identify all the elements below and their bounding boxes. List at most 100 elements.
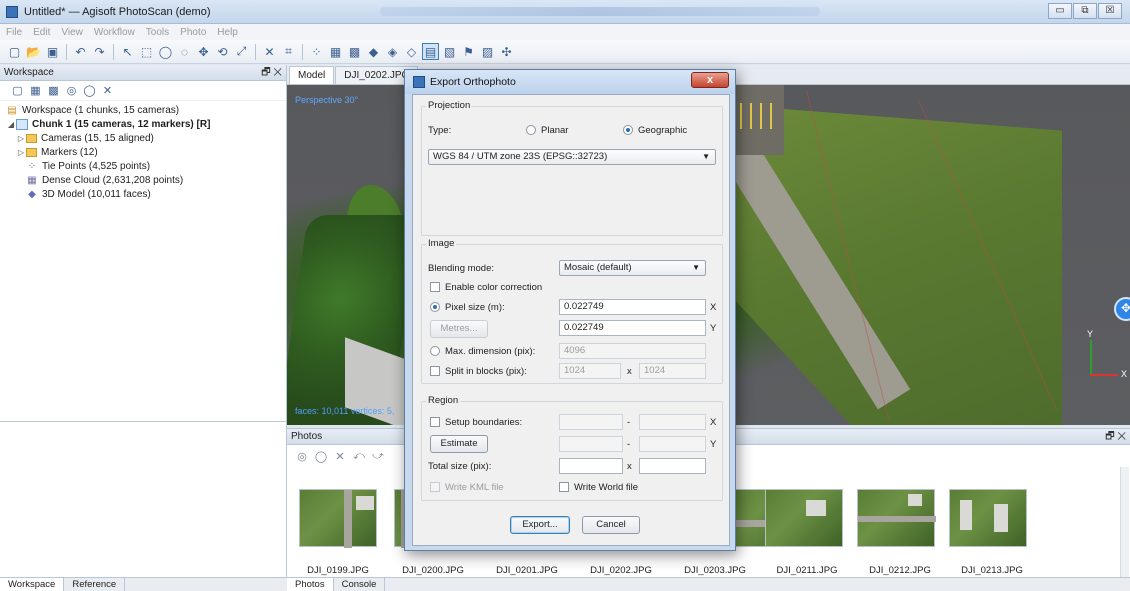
split-blocks-checkbox[interactable] xyxy=(430,366,440,376)
export-button[interactable]: Export... xyxy=(510,516,570,534)
planar-radio[interactable] xyxy=(526,125,536,135)
estimate-button[interactable]: Estimate xyxy=(430,435,488,453)
metres-button[interactable]: Metres... xyxy=(430,320,488,338)
minimize-button[interactable]: ▭ xyxy=(1048,3,1072,19)
menu-workflow[interactable]: Workflow xyxy=(94,27,135,38)
split-x-input[interactable]: 1024 xyxy=(559,363,621,379)
redo-icon[interactable]: ↷ xyxy=(91,43,108,60)
menu-tools[interactable]: Tools xyxy=(146,27,169,38)
tie-points-icon[interactable]: ⁘ xyxy=(308,43,325,60)
delete-selection-icon[interactable]: ✕ xyxy=(261,43,278,60)
expand-icon[interactable]: ▷ xyxy=(16,134,26,143)
show-shapes-icon[interactable]: ▨ xyxy=(479,43,496,60)
menu-edit[interactable]: Edit xyxy=(33,27,50,38)
enable-icon[interactable]: ◎ xyxy=(64,83,79,98)
crop-selection-icon[interactable]: ⌗ xyxy=(280,43,297,60)
rectangle-selection-icon[interactable]: ⬚ xyxy=(138,43,155,60)
show-markers-icon[interactable]: ⚑ xyxy=(460,43,477,60)
pixel-size-x-input[interactable]: 0.022749 xyxy=(559,299,706,315)
split-y-input[interactable]: 1024 xyxy=(639,363,706,379)
tree-item-chunk[interactable]: ◢ Chunk 1 (15 cameras, 12 markers) [R] xyxy=(6,117,286,131)
write-kml-checkbox[interactable] xyxy=(430,482,440,492)
tree-item-workspace[interactable]: ▤ Workspace (1 chunks, 15 cameras) xyxy=(6,103,286,117)
scale-object-icon[interactable]: ⤢ xyxy=(233,43,250,60)
photos-panel-controls[interactable]: 🗗 ✕ xyxy=(1105,429,1126,444)
dialog-close-button[interactable]: x xyxy=(691,72,729,88)
max-dimension-input[interactable]: 4096 xyxy=(559,343,706,359)
restore-button[interactable]: ⧉ xyxy=(1073,3,1097,19)
photos-scrollbar[interactable] xyxy=(1120,467,1129,577)
tab-workspace[interactable]: Workspace xyxy=(0,578,65,591)
workspace-tree: ▤ Workspace (1 chunks, 15 cameras) ◢ Chu… xyxy=(0,101,286,201)
undo-icon[interactable]: ↶ xyxy=(72,43,89,60)
photo-thumbnail[interactable] xyxy=(765,489,843,547)
open-icon[interactable]: 📂 xyxy=(25,43,42,60)
geographic-radio[interactable] xyxy=(623,125,633,135)
tree-item-tie-points[interactable]: ⁘ Tie Points (4,525 points) xyxy=(6,159,286,173)
add-folder-icon[interactable]: ▩ xyxy=(46,83,61,98)
photo-thumbnail[interactable] xyxy=(857,489,936,547)
setup-boundaries-checkbox[interactable] xyxy=(430,417,440,427)
boundary-x-max-input[interactable] xyxy=(639,414,706,430)
tab-reference[interactable]: Reference xyxy=(64,578,126,591)
move-object-icon[interactable]: ✥ xyxy=(195,43,212,60)
max-dimension-radio[interactable] xyxy=(430,346,440,356)
rotate-left-icon[interactable]: ⤺ xyxy=(352,449,366,463)
disable-camera-icon[interactable]: ◯ xyxy=(314,449,328,463)
tree-item-3d-model[interactable]: ◆ 3D Model (10,011 faces) xyxy=(6,187,286,201)
blending-mode-select[interactable]: Mosaic (default) ▼ xyxy=(559,260,706,276)
region-group-label: Region xyxy=(426,395,461,406)
textured-model-icon[interactable]: ▤ xyxy=(422,43,439,60)
free-form-selection-icon[interactable]: ◌ xyxy=(176,43,193,60)
tree-item-cameras[interactable]: ▷ Cameras (15, 15 aligned) xyxy=(6,131,286,145)
new-icon[interactable]: ▢ xyxy=(6,43,23,60)
total-size-x-input[interactable] xyxy=(559,458,623,474)
rotate-right-icon[interactable]: ⤻ xyxy=(371,449,385,463)
shaded-model-icon[interactable]: ◆ xyxy=(365,43,382,60)
color-correction-checkbox[interactable] xyxy=(430,282,440,292)
save-icon[interactable]: ▣ xyxy=(44,43,61,60)
enable-camera-icon[interactable]: ◎ xyxy=(295,449,309,463)
trackball-icon[interactable]: ✥ xyxy=(1114,297,1130,321)
add-photos-icon[interactable]: ▦ xyxy=(28,83,43,98)
circle-selection-icon[interactable]: ◯ xyxy=(157,43,174,60)
tab-photos[interactable]: Photos xyxy=(287,578,334,591)
disable-icon[interactable]: ◯ xyxy=(82,83,97,98)
close-window-button[interactable]: ☒ xyxy=(1098,3,1122,19)
total-size-y-input[interactable] xyxy=(639,458,706,474)
photo-thumbnail[interactable] xyxy=(299,489,377,548)
crs-select[interactable]: WGS 84 / UTM zone 23S (EPSG::32723) ▼ xyxy=(428,149,716,165)
wireframe-model-icon[interactable]: ◇ xyxy=(403,43,420,60)
tab-console[interactable]: Console xyxy=(334,578,386,591)
menu-photo[interactable]: Photo xyxy=(180,27,206,38)
pixel-size-radio[interactable] xyxy=(430,302,440,312)
write-world-checkbox[interactable] xyxy=(559,482,569,492)
boundary-x-min-input[interactable] xyxy=(559,414,623,430)
menu-help[interactable]: Help xyxy=(217,27,238,38)
add-chunk-icon[interactable]: ▢ xyxy=(10,83,25,98)
menu-view[interactable]: View xyxy=(61,27,83,38)
expand-icon[interactable]: ▷ xyxy=(16,148,26,157)
tab-model[interactable]: Model xyxy=(289,66,335,84)
workspace-title: Workspace xyxy=(4,67,54,78)
remove-items-icon[interactable]: ✕ xyxy=(100,83,115,98)
boundary-y-max-input[interactable] xyxy=(639,436,706,452)
tree-item-markers[interactable]: ▷ Markers (12) xyxy=(6,145,286,159)
point-cloud-icon[interactable]: ▩ xyxy=(346,43,363,60)
workspace-panel-controls[interactable]: 🗗 ✕ xyxy=(261,65,282,80)
collapse-icon[interactable]: ◢ xyxy=(6,120,16,129)
menu-file[interactable]: File xyxy=(6,27,22,38)
show-cameras-icon[interactable]: ▧ xyxy=(441,43,458,60)
rotate-object-icon[interactable]: ⟲ xyxy=(214,43,231,60)
range-dash: - xyxy=(627,439,631,450)
cancel-button[interactable]: Cancel xyxy=(582,516,640,534)
pixel-size-y-input[interactable]: 0.022749 xyxy=(559,320,706,336)
navigation-icon[interactable]: ↖ xyxy=(119,43,136,60)
boundary-y-min-input[interactable] xyxy=(559,436,623,452)
tree-item-dense-cloud[interactable]: ▦ Dense Cloud (2,631,208 points) xyxy=(6,173,286,187)
photo-thumbnail[interactable] xyxy=(949,489,1027,547)
solid-model-icon[interactable]: ◈ xyxy=(384,43,401,60)
reset-view-icon[interactable]: ✣ xyxy=(498,43,515,60)
remove-camera-icon[interactable]: ✕ xyxy=(333,449,347,463)
dense-cloud-icon[interactable]: ▦ xyxy=(327,43,344,60)
